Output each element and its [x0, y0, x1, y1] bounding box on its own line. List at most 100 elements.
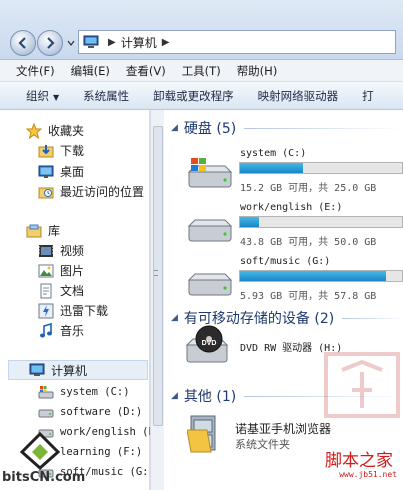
system-drive-icon [187, 158, 233, 188]
nav-item-pictures[interactable]: 图片 [38, 262, 84, 279]
back-button[interactable] [10, 30, 36, 56]
menu-view[interactable]: 查看(V) [126, 63, 166, 79]
drive-usage-bar [239, 216, 403, 228]
collapse-triangle-icon[interactable]: ◢ [171, 123, 178, 133]
thunder-download-icon [38, 303, 54, 318]
organize-label: 组织 [26, 88, 49, 103]
group-title: 其他 (1) [183, 389, 237, 405]
group-header-hard-disks[interactable]: ◢ 硬盘 (5) [171, 118, 403, 138]
nav-pane-scrollbar[interactable] [150, 110, 164, 490]
group-title: 硬盘 (5) [183, 121, 237, 137]
drive-usage-bar [239, 162, 403, 174]
nav-computer-label: 计算机 [51, 363, 88, 378]
library-icon [26, 224, 42, 237]
hard-drive-icon [187, 219, 233, 242]
star-icon [26, 122, 42, 139]
watermark-left-text: bitsCN.com [2, 470, 86, 485]
nav-item-label: 桌面 [60, 165, 85, 179]
nav-item-label: 文档 [60, 284, 85, 298]
folder-cabinet-icon [187, 415, 216, 453]
pictures-icon [38, 264, 54, 277]
system-drive-icon [38, 386, 54, 399]
drive-usage-fill [240, 271, 386, 281]
nav-item-label: 音乐 [60, 324, 85, 338]
collapse-triangle-icon[interactable]: ◢ [171, 313, 178, 323]
history-dropdown-icon[interactable] [66, 38, 76, 48]
computer-icon [29, 363, 45, 376]
menu-bar: 文件(F) 编辑(E) 查看(V) 工具(T) 帮助(H) [0, 60, 403, 82]
menu-file[interactable]: 文件(F) [16, 63, 55, 79]
watermark-seal-icon [324, 352, 400, 418]
address-bar-region: ▶ 计算机 ▶ [0, 0, 403, 60]
forward-arrow-icon [47, 37, 55, 49]
drive-name: system (C:) [240, 148, 307, 159]
crumb-separator-icon[interactable]: ▶ [108, 37, 116, 48]
drive-item-c[interactable]: system (C:) 15.2 GB 可用，共 25.0 GB [185, 148, 403, 198]
nav-item-label: 图片 [60, 264, 85, 278]
drive-item-e[interactable]: work/english (E:) 43.8 GB 可用，共 50.0 GB [185, 202, 403, 252]
nav-item-downloads[interactable]: 下载 [38, 142, 84, 159]
uninstall-program-button[interactable]: 卸载或更改程序 [153, 88, 234, 104]
video-icon [39, 244, 53, 257]
drive-usage-bar [239, 270, 403, 282]
drive-item-g[interactable]: soft/music (G:) 5.93 GB 可用，共 57.8 GB [185, 256, 403, 306]
nav-favorites[interactable]: 收藏夹 [26, 122, 84, 139]
nav-computer[interactable]: 计算机 [8, 360, 148, 380]
nav-item-recent-places[interactable]: 最近访问的位置 [38, 183, 144, 200]
nav-libraries[interactable]: 库 [26, 222, 60, 239]
chevron-down-icon: ▼ [53, 92, 60, 102]
downloads-folder-icon [38, 144, 54, 157]
nav-item-thunder-downloads[interactable]: 迅雷下载 [38, 302, 108, 319]
nav-favorites-label: 收藏夹 [48, 124, 85, 138]
nav-item-documents[interactable]: 文档 [38, 282, 84, 299]
drive-free-space: 43.8 GB 可用，共 50.0 GB [240, 237, 377, 248]
command-bar: 组织 ▼ 系统属性 卸载或更改程序 映射网络驱动器 打 [0, 82, 403, 110]
drive-free-space: 15.2 GB 可用，共 25.0 GB [240, 183, 377, 194]
watermark-right-title: 脚本之家 [325, 451, 393, 471]
nav-item-label: 视频 [60, 244, 85, 258]
dvd-logo-text: DVD [202, 340, 217, 347]
bitscn-logo-icon [20, 432, 60, 470]
collapse-triangle-icon[interactable]: ◢ [171, 391, 178, 401]
music-icon [40, 322, 52, 337]
address-field[interactable]: ▶ 计算机 ▶ [78, 30, 396, 54]
map-network-drive-button[interactable]: 映射网络驱动器 [258, 88, 339, 104]
other-item-type: 系统文件夹 [235, 438, 290, 451]
nav-item-music[interactable]: 音乐 [38, 322, 84, 339]
forward-button[interactable] [37, 30, 63, 56]
drive-usage-fill [240, 163, 304, 173]
crumb-separator-icon[interactable]: ▶ [162, 37, 170, 48]
content-pane: ◢ 硬盘 (5) system (C:) 15.2 GB 可用，共 25.0 G… [165, 110, 403, 490]
drive-name: work/english (E:) [240, 202, 343, 213]
watermark-bitscn: bitsCN.com [0, 432, 85, 490]
group-divider [244, 127, 403, 129]
open-control-panel-button[interactable]: 打 [362, 88, 374, 104]
nav-drive-c[interactable]: system (C:) [38, 384, 130, 400]
nav-item-label: software (D:) [60, 406, 143, 418]
nav-libraries-label: 库 [48, 224, 61, 238]
menu-tools[interactable]: 工具(T) [182, 63, 221, 79]
organize-button[interactable]: 组织 ▼ [26, 88, 59, 104]
back-arrow-icon [18, 37, 26, 49]
menu-help[interactable]: 帮助(H) [237, 63, 278, 79]
documents-icon [40, 283, 52, 298]
watermark-jb51: 脚本之家 www.jb51.net [306, 446, 403, 490]
drive-free-space: 5.93 GB 可用，共 57.8 GB [240, 291, 377, 302]
recent-places-icon [38, 187, 54, 198]
breadcrumb-computer[interactable]: 计算机 [121, 34, 157, 51]
hard-drive-icon [38, 409, 54, 418]
nav-item-desktop[interactable]: 桌面 [38, 163, 84, 180]
desktop-icon [38, 165, 54, 178]
menu-edit[interactable]: 编辑(E) [71, 63, 110, 79]
nav-item-videos[interactable]: 视频 [38, 242, 84, 259]
system-properties-button[interactable]: 系统属性 [83, 88, 129, 104]
nav-drive-d[interactable]: software (D:) [38, 404, 142, 420]
nav-item-label: 下载 [60, 144, 85, 158]
group-divider [342, 317, 403, 319]
scrollbar-thumb[interactable] [153, 126, 163, 426]
scrollbar-grip-icon [154, 270, 158, 276]
drive-name: soft/music (G:) [240, 256, 331, 267]
computer-icon [83, 35, 99, 48]
other-item-name: 诺基亚手机浏览器 [235, 422, 332, 436]
nav-item-label: 迅雷下载 [60, 304, 109, 318]
